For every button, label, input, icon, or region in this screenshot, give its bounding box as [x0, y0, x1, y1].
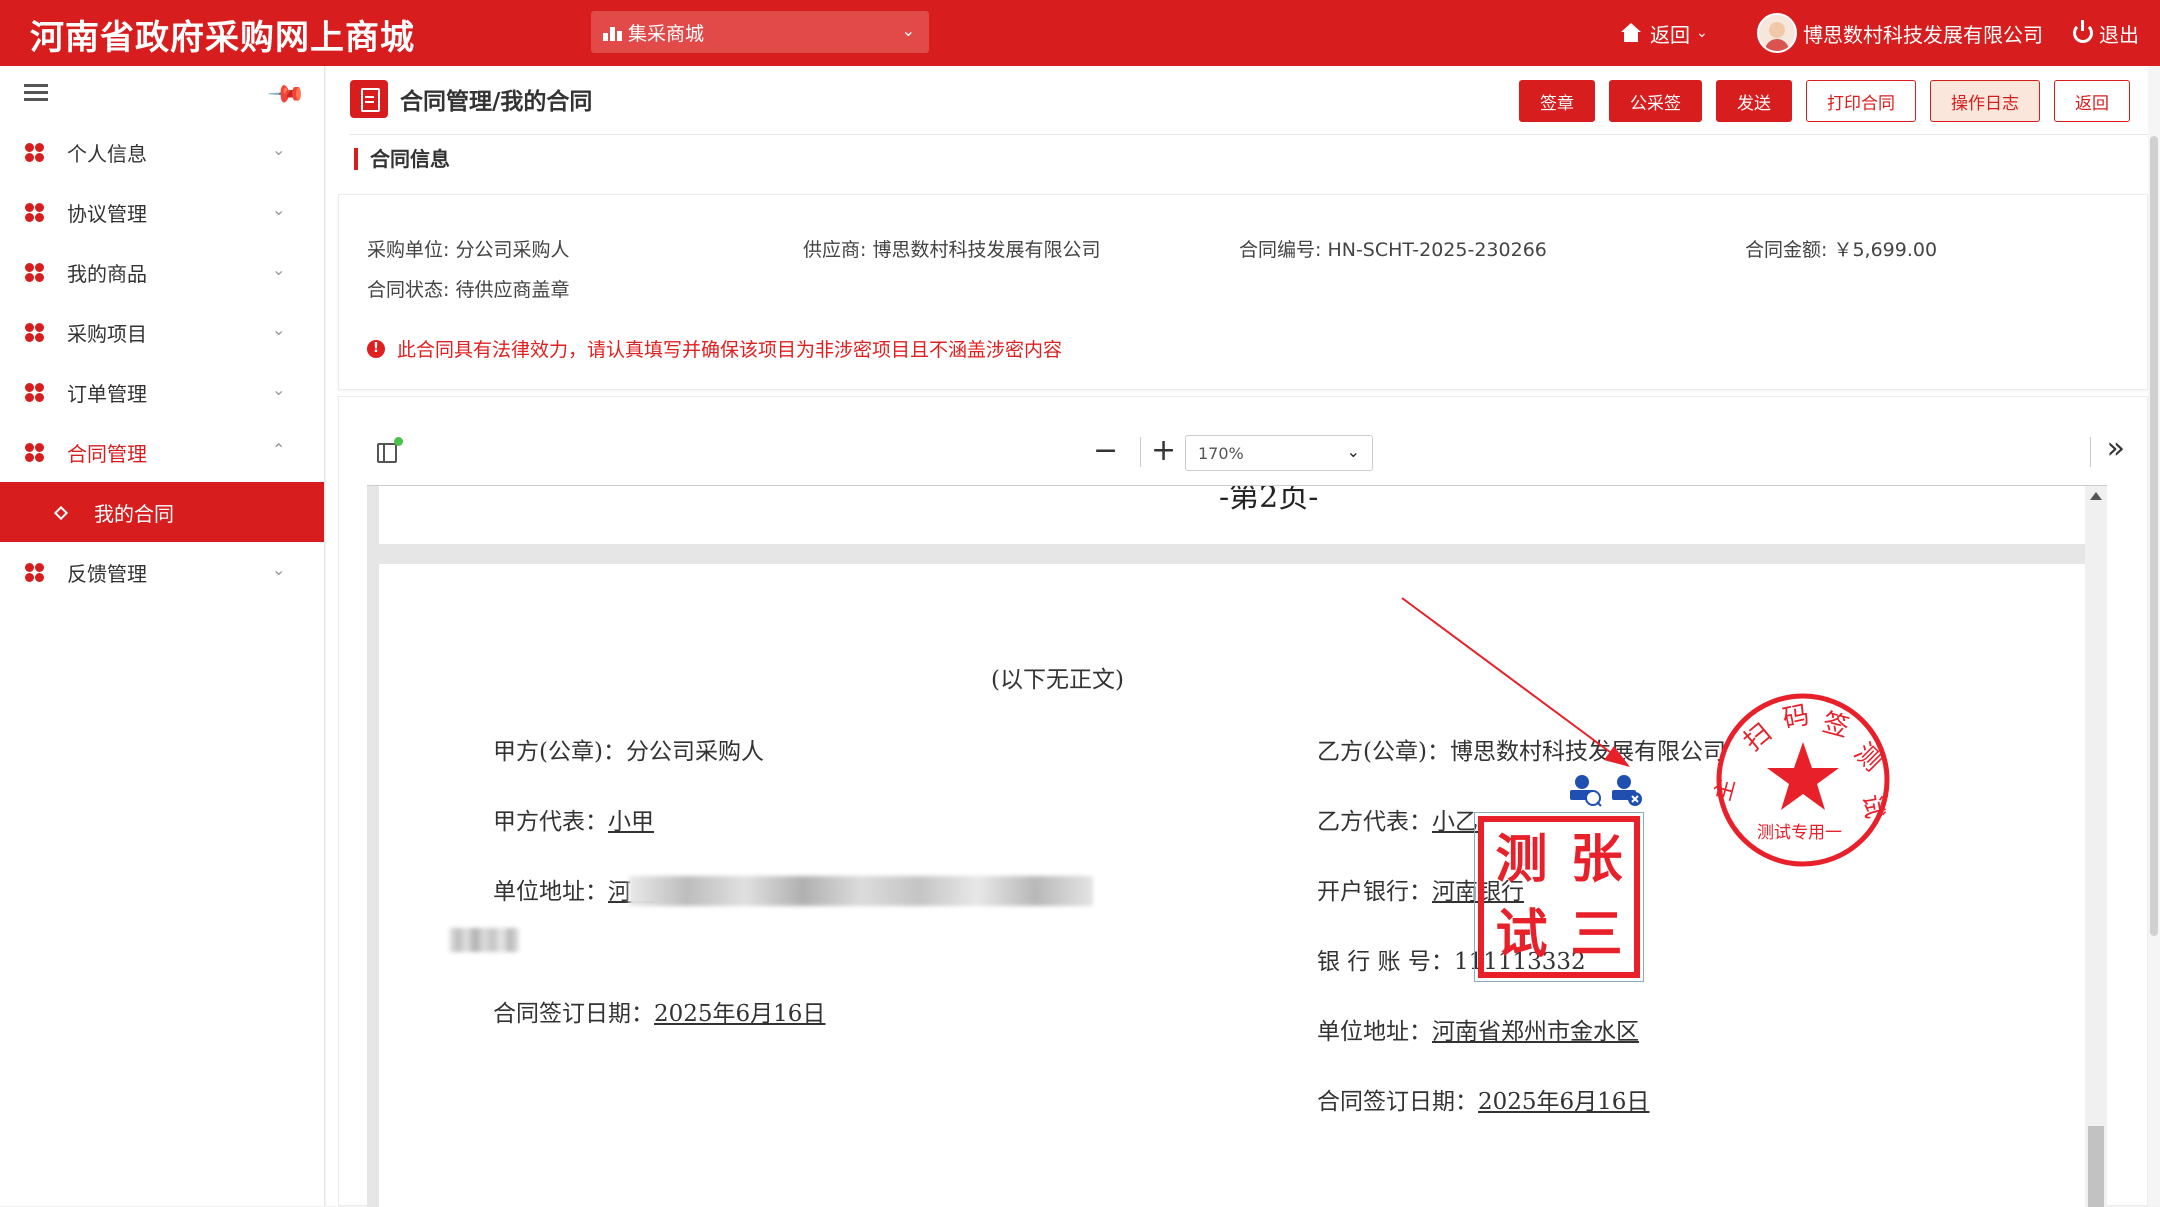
seal-char: 测: [1495, 828, 1548, 890]
svg-text:试: 试: [1857, 792, 1889, 820]
svg-text:码: 码: [1780, 700, 1812, 735]
annotation-arrow: [1401, 597, 1630, 767]
seal-char: 试: [1495, 903, 1548, 965]
svg-text:主: 主: [1713, 776, 1740, 804]
seal-char: 张: [1570, 828, 1623, 890]
svg-text:签: 签: [1819, 708, 1852, 744]
personal-seal-stamp[interactable]: 测 张 试 三: [1474, 812, 1644, 982]
svg-text:测: 测: [1848, 738, 1888, 778]
stamp-preview-icon[interactable]: [1566, 772, 1602, 808]
seal-face: 测 张 试 三: [1478, 816, 1640, 978]
seal-char: 三: [1570, 903, 1623, 965]
svg-text:测试专用一: 测试专用一: [1757, 823, 1842, 843]
stamp-remove-icon[interactable]: [1608, 772, 1644, 808]
company-seal-stamp: 扫 码 签 测 试 主 测试专用一: [1713, 693, 1890, 867]
